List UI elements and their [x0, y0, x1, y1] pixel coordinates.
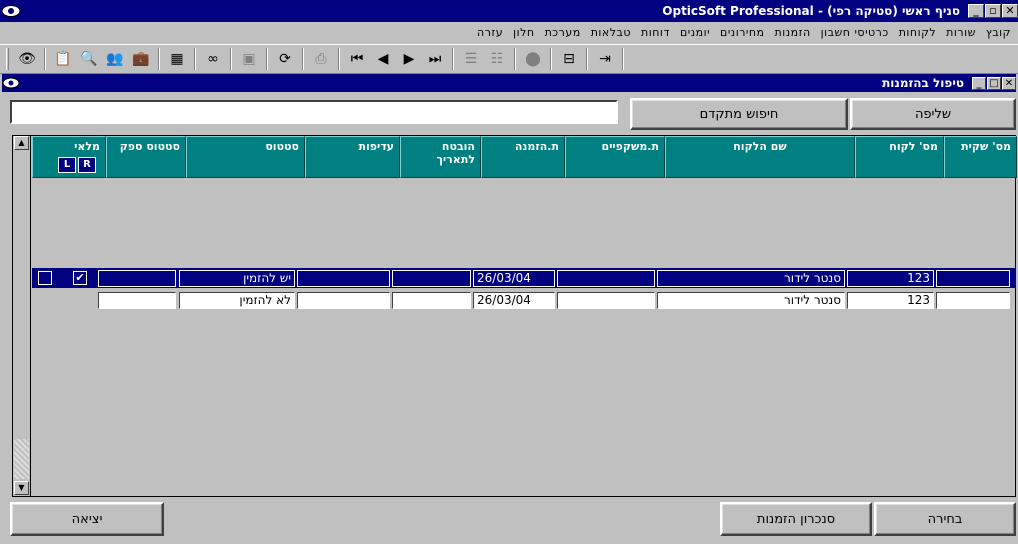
menu-orders[interactable]: הזמנות — [770, 26, 816, 39]
cell-customer-name[interactable]: סנטר לידור — [657, 292, 845, 309]
glasses-icon[interactable]: ∞ — [201, 47, 225, 71]
first-record-icon[interactable]: ⏮ — [345, 47, 369, 71]
cell-supplier-status[interactable] — [98, 292, 176, 309]
child-close-button[interactable]: ✕ — [1002, 76, 1016, 90]
col-customer-name[interactable]: שם הלקוח — [665, 136, 855, 178]
prev-record-icon[interactable]: ◀ — [371, 47, 395, 71]
col-order-date[interactable]: ת.הזמנה — [481, 136, 565, 178]
title-bar: OpticSoft Professional - סניף ראשי (סטיק… — [0, 0, 1018, 22]
cell-order-date[interactable]: 26/03/04 — [473, 270, 555, 287]
col-customer-number[interactable]: מס' לקוח — [855, 136, 944, 178]
orders-panel: חיפוש מתקדם שליפה ▲ ▼ מס' שקית מס' לקוח … — [2, 92, 1017, 542]
users-icon[interactable]: 👥 — [103, 47, 127, 71]
cell-bag-number[interactable] — [936, 292, 1010, 309]
eye-child-icon — [2, 75, 20, 91]
cell-status[interactable]: יש להזמין — [179, 270, 295, 287]
cell-promised[interactable] — [392, 292, 471, 309]
select-button[interactable]: בחירה — [874, 502, 1016, 536]
next-record-icon[interactable]: ▶ — [397, 47, 421, 71]
cell-customer-number[interactable]: 123 — [847, 270, 934, 287]
col-glasses-date[interactable]: ת.משקפיים — [565, 136, 665, 178]
cell-glasses-date[interactable] — [557, 270, 655, 287]
minimize-button[interactable]: _ — [968, 4, 984, 18]
cell-priority[interactable] — [297, 270, 390, 287]
menu-help[interactable]: עזרה — [472, 26, 508, 39]
scroll-thumb[interactable] — [14, 439, 29, 479]
cell-customer-name[interactable]: סנטר לידור — [657, 270, 845, 287]
stock-left-checkbox[interactable] — [38, 271, 52, 285]
restore-button[interactable]: ▫ — [985, 4, 1001, 18]
child-maximize-button[interactable]: □ — [987, 76, 1001, 90]
menu-reports[interactable]: דוחות — [636, 26, 675, 39]
retrieve-button[interactable]: שליפה — [850, 98, 1016, 130]
cell-glasses-date[interactable] — [557, 292, 655, 309]
menu-accounts[interactable]: כרטיסי חשבון — [816, 26, 894, 39]
sync-orders-button[interactable]: סנכרון הזמנות — [720, 502, 872, 536]
menu-rows[interactable]: שורות — [941, 26, 981, 39]
col-promised-date[interactable]: הובטח לתאריך — [400, 136, 481, 178]
stock-right-checkbox[interactable]: ✔ — [73, 271, 87, 285]
eye-icon[interactable]: 👁 — [15, 47, 39, 71]
cell-bag-number[interactable] — [936, 270, 1010, 287]
app-window: OpticSoft Professional - סניף ראשי (סטיק… — [0, 0, 1018, 544]
preview-icon[interactable]: 🔍 — [77, 47, 101, 71]
exit-button[interactable]: יציאה — [10, 502, 164, 536]
col-supplier-status[interactable]: סטטוס ספק — [106, 136, 186, 178]
last-record-icon[interactable]: ⏭ — [423, 47, 447, 71]
scroll-up-icon[interactable]: ▲ — [14, 136, 29, 150]
save-icon[interactable]: ▣ — [237, 47, 261, 71]
cell-order-date[interactable]: 26/03/04 — [473, 292, 555, 309]
orders-grid: ▲ ▼ מס' שקית מס' לקוח שם הלקוח ת.משקפיים… — [12, 135, 1017, 497]
stock-left-label: L — [58, 157, 76, 173]
table-row[interactable]: לא להזמין 26/03/04 סנטר לידור 123 — [32, 290, 1016, 310]
stock-right-label: R — [78, 157, 96, 173]
menu-pricelists[interactable]: מחירונים — [715, 26, 770, 39]
scroll-down-icon[interactable]: ▼ — [14, 481, 29, 495]
cell-customer-number[interactable]: 123 — [847, 292, 934, 309]
properties-icon[interactable]: 📋 — [51, 47, 75, 71]
eye-app-icon — [0, 2, 22, 20]
menu-file[interactable]: קובץ — [981, 26, 1016, 39]
window-title: OpticSoft Professional - סניף ראשי (סטיק… — [662, 4, 960, 18]
insert-row-icon[interactable]: ☰ — [459, 47, 483, 71]
exit-door-icon[interactable]: ⇥ — [593, 47, 617, 71]
menu-customers[interactable]: לקוחות — [894, 26, 941, 39]
col-status[interactable]: סטטוס — [186, 136, 305, 178]
toolbar: 👁 📋 🔍 👥 💼 ▦ ∞ ▣ ⟳ ⎙ ⏮ ◀ ▶ ⏭ ☰ ☷ ⬤ ⊟ ⇥ — [0, 44, 1018, 74]
col-priority[interactable]: עדיפות — [305, 136, 400, 178]
cell-status[interactable]: לא להזמין — [179, 292, 295, 309]
menu-window[interactable]: חלון — [508, 26, 539, 39]
delete-row-icon[interactable]: ☷ — [485, 47, 509, 71]
weight-icon[interactable]: ⬤ — [521, 47, 545, 71]
menu-system[interactable]: מערכת — [540, 26, 586, 39]
cell-promised[interactable] — [392, 270, 471, 287]
menu-journals[interactable]: יומנים — [675, 26, 715, 39]
table-row[interactable]: ✔ יש להזמין 26/03/04 סנטר לידור 123 — [32, 268, 1016, 288]
col-bag-number[interactable]: מס' שקית — [944, 136, 1017, 178]
advanced-search-button[interactable]: חיפוש מתקדם — [630, 98, 848, 130]
refresh-icon[interactable]: ⟳ — [273, 47, 297, 71]
briefcase-icon[interactable]: 💼 — [129, 47, 153, 71]
search-input[interactable] — [10, 100, 618, 124]
vertical-scrollbar[interactable]: ▲ ▼ — [13, 136, 31, 496]
close-button[interactable]: ✕ — [1002, 4, 1018, 18]
child-minimize-button[interactable]: _ — [972, 76, 986, 90]
table-new-icon[interactable]: ▦ — [165, 47, 189, 71]
menu-tables[interactable]: טבלאות — [586, 26, 636, 39]
print-icon[interactable]: ⎙ — [309, 47, 333, 71]
child-window-title: טיפול בהזמנות — [882, 76, 964, 90]
window-icon[interactable]: ⊟ — [557, 47, 581, 71]
cell-supplier-status[interactable] — [98, 270, 176, 287]
menu-bar: קובץ שורות לקוחות כרטיסי חשבון הזמנות מח… — [0, 22, 1018, 42]
toolbar-grip — [6, 48, 9, 70]
child-title-bar: טיפול בהזמנות _ □ ✕ — [2, 74, 1016, 92]
col-stock-label: מלאי — [74, 140, 100, 153]
cell-priority[interactable] — [297, 292, 390, 309]
